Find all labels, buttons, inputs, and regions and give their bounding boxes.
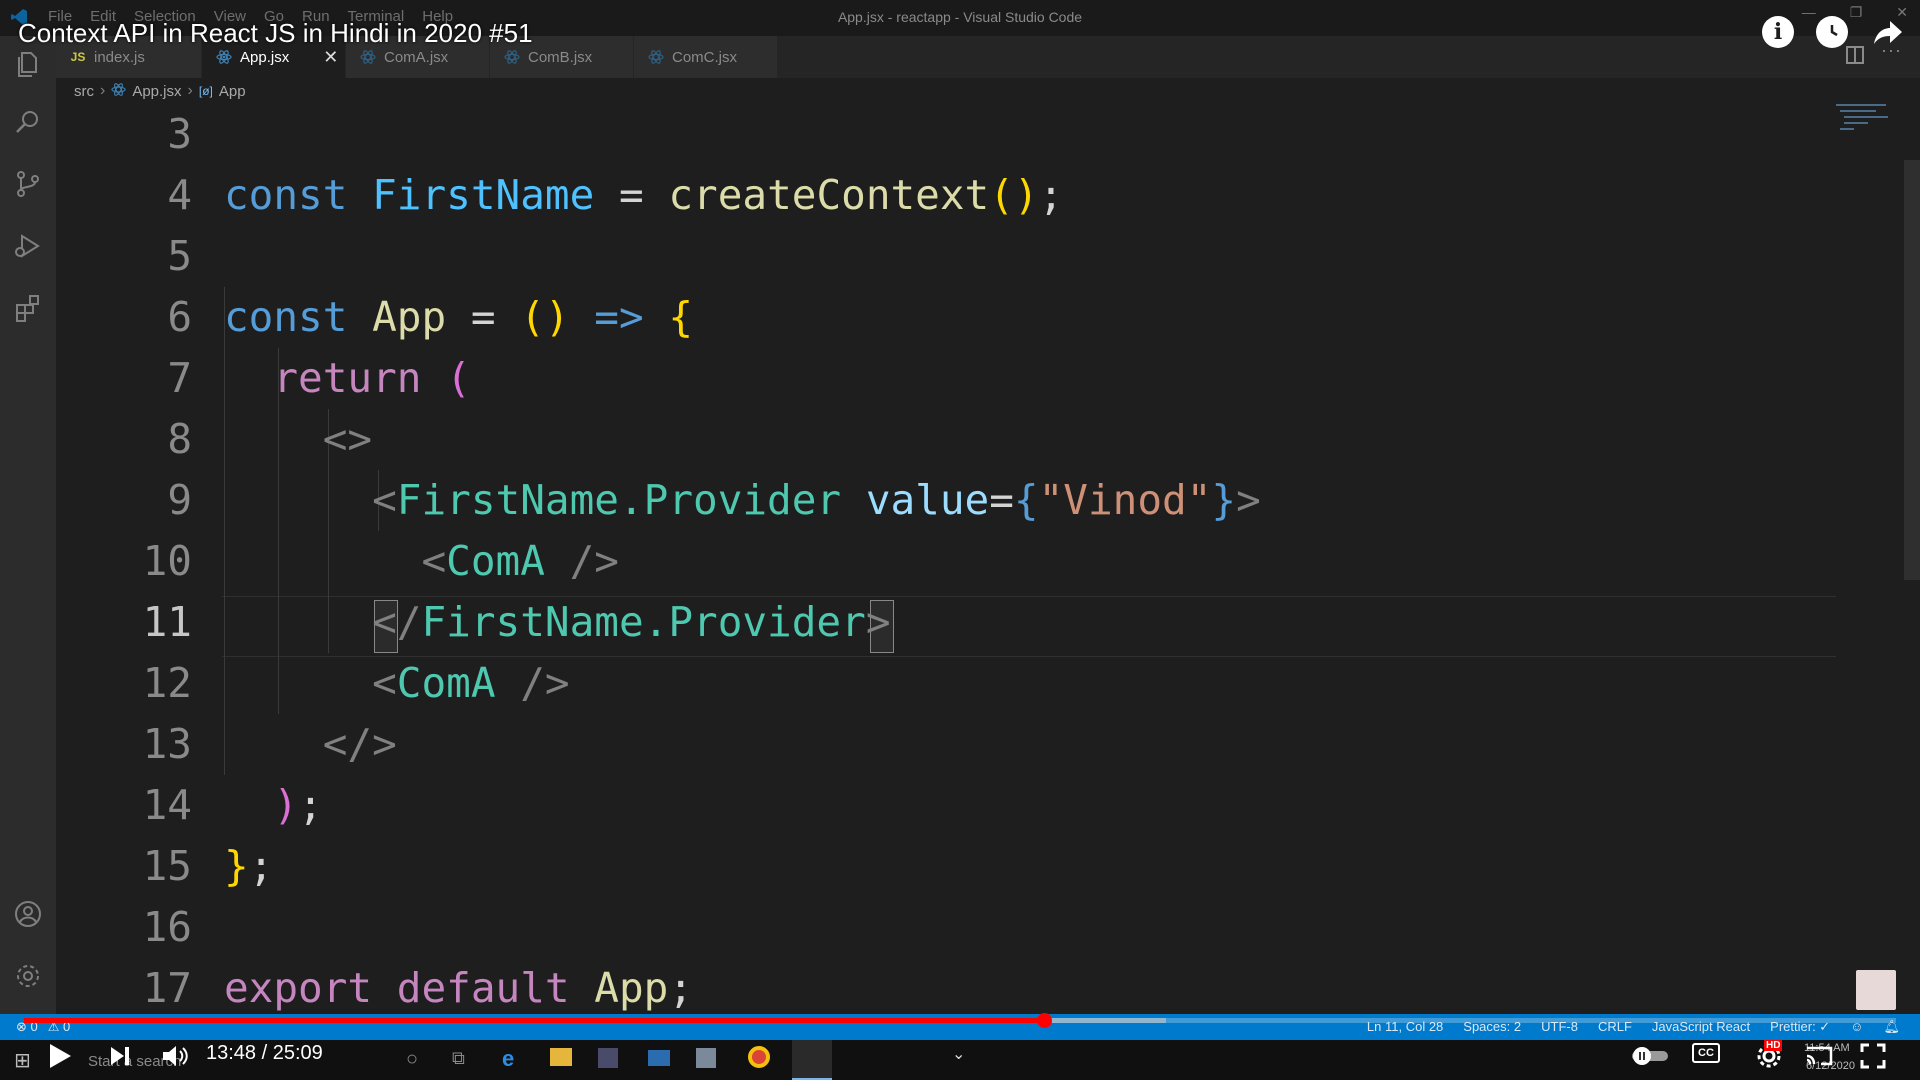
- next-video-icon[interactable]: [104, 1038, 136, 1074]
- chevron-right-icon: ›: [187, 82, 193, 99]
- line-number: 5: [167, 232, 192, 280]
- extensions-icon[interactable]: [12, 292, 44, 324]
- line-number: 9: [167, 476, 192, 524]
- account-icon[interactable]: [12, 898, 44, 930]
- react-icon: [360, 49, 376, 65]
- play-icon[interactable]: [42, 1038, 78, 1074]
- code-line: 15};: [56, 836, 1836, 897]
- cast-icon[interactable]: [1802, 1038, 1836, 1074]
- js-file-icon: JS: [70, 50, 86, 64]
- code-line: 6 const App = () => {: [56, 287, 1836, 348]
- line-number: 11: [142, 598, 192, 646]
- run-debug-icon[interactable]: [12, 230, 44, 262]
- code-line: 14 );: [56, 775, 1836, 836]
- code-line: 4 const FirstName = createContext();: [56, 165, 1836, 226]
- video-top-controls: i: [1762, 16, 1904, 48]
- hd-badge: HD: [1764, 1040, 1783, 1051]
- code-line: 7 return (: [56, 348, 1836, 409]
- captions-button[interactable]: CC: [1692, 1043, 1720, 1063]
- code-line: 13 </>: [56, 714, 1836, 775]
- search-icon[interactable]: [12, 106, 44, 138]
- line-number: 10: [142, 537, 192, 585]
- breadcrumb-file[interactable]: App.jsx: [132, 83, 181, 100]
- code-line: 8 <>: [56, 409, 1836, 470]
- info-icon[interactable]: i: [1762, 16, 1794, 48]
- channel-watermark-logo[interactable]: [1856, 970, 1896, 1010]
- code-line: 17 export default App;: [56, 958, 1836, 1014]
- tab-label: ComA.jsx: [384, 48, 449, 66]
- vertical-scrollbar[interactable]: [1904, 160, 1920, 580]
- line-number: 15: [142, 842, 192, 890]
- split-editor-icon[interactable]: [1846, 46, 1864, 64]
- line-number: 6: [167, 293, 192, 341]
- line-number: 12: [142, 659, 192, 707]
- tab-label: App.jsx: [240, 48, 290, 66]
- react-icon: [648, 49, 664, 65]
- breadcrumb: src › App.jsx › [ø] App: [74, 80, 246, 102]
- video-title[interactable]: Context API in React JS in Hindi in 2020…: [18, 18, 533, 49]
- line-number: 16: [142, 903, 192, 951]
- line-number: 13: [142, 720, 192, 768]
- volume-icon[interactable]: [158, 1038, 192, 1074]
- code-line-current: 11 </FirstName.Provider>: [56, 592, 1836, 653]
- fullscreen-icon[interactable]: [1856, 1038, 1890, 1074]
- source-control-icon[interactable]: [12, 168, 44, 200]
- tab-label: index.js: [94, 48, 145, 66]
- code-line: 9 <FirstName.Provider value={"Vinod"}>: [56, 470, 1836, 531]
- line-number: 8: [167, 415, 192, 463]
- activity-bar: [0, 36, 56, 1014]
- autoplay-toggle[interactable]: [1628, 1038, 1672, 1074]
- explorer-icon[interactable]: [12, 48, 44, 80]
- react-icon: [216, 49, 232, 65]
- line-number: 17: [142, 964, 192, 1012]
- video-progress-bar[interactable]: [24, 1013, 1896, 1028]
- line-number: 14: [142, 781, 192, 829]
- breadcrumb-symbol[interactable]: App: [219, 83, 246, 100]
- line-number: 3: [167, 110, 192, 158]
- video-time: 13:48 / 25:09: [206, 1042, 323, 1064]
- share-icon[interactable]: [1870, 16, 1904, 48]
- react-icon: [504, 49, 520, 65]
- breadcrumb-src[interactable]: src: [74, 83, 94, 100]
- tab-label: ComC.jsx: [672, 48, 738, 66]
- code-editor[interactable]: 3 4 const FirstName = createContext(); 5 …: [56, 104, 1896, 1014]
- tab-comc-jsx[interactable]: ComC.jsx: [634, 36, 778, 78]
- close-tab-icon[interactable]: ✕: [323, 47, 338, 68]
- line-number: 7: [167, 354, 192, 402]
- settings-gear-icon[interactable]: [12, 960, 44, 992]
- code-line: 12 <ComA />: [56, 653, 1836, 714]
- line-number: 4: [167, 171, 192, 219]
- react-icon: [111, 82, 126, 101]
- minimap[interactable]: [1836, 100, 1896, 140]
- code-line: 3: [56, 104, 1836, 165]
- code-line: 16: [56, 897, 1836, 958]
- code-line: 10 <ComA />: [56, 531, 1836, 592]
- progress-played: [24, 1018, 1045, 1023]
- variable-symbol-icon: [ø]: [198, 84, 213, 98]
- code-line: 5: [56, 226, 1836, 287]
- watch-later-clock-icon[interactable]: [1816, 16, 1848, 48]
- chevron-right-icon: ›: [100, 82, 106, 99]
- tab-label: ComB.jsx: [528, 48, 593, 66]
